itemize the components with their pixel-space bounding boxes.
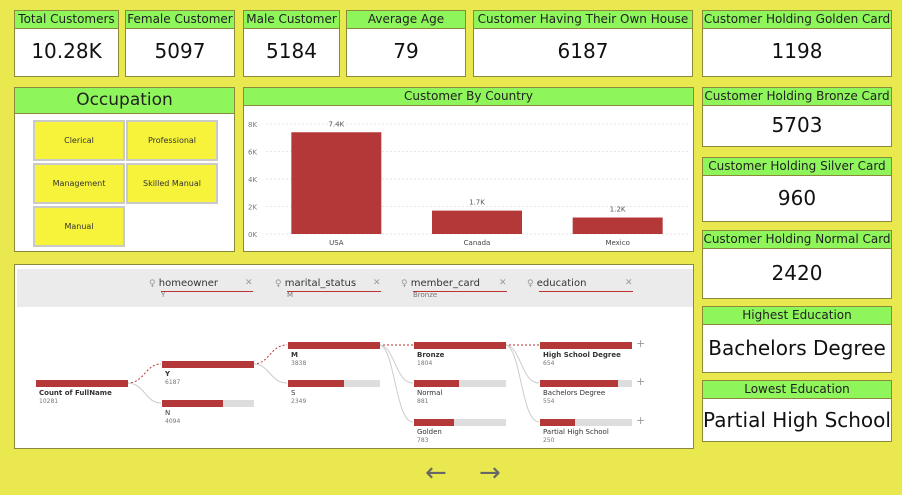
silver-card-card: Customer Holding Silver Card 960 bbox=[702, 157, 892, 222]
marital-m-fill bbox=[288, 342, 380, 349]
bronze-card-card: Customer Holding Bronze Card 5703 bbox=[702, 87, 892, 147]
marital-m-label: M bbox=[291, 351, 298, 359]
total-customers-card: Total Customers 10.28K bbox=[14, 10, 119, 77]
golden-card-card: Customer Holding Golden Card 1198 bbox=[702, 10, 892, 77]
edu-high-school-value: 654 bbox=[543, 360, 555, 367]
average-age-label: Average Age bbox=[347, 11, 465, 29]
card-normal-label: Normal bbox=[417, 389, 443, 397]
data-label: 1.7K bbox=[469, 199, 485, 207]
homeowner-y-value: 6187 bbox=[165, 379, 181, 386]
average-age-value: 79 bbox=[393, 39, 419, 63]
bar-canada[interactable] bbox=[432, 210, 522, 234]
female-customer-card: Female Customer 5097 bbox=[125, 10, 235, 77]
root-bar[interactable] bbox=[36, 380, 128, 387]
homeowner-n-fill bbox=[162, 400, 223, 407]
x-tick-label: Canada bbox=[464, 239, 491, 247]
edu-partial-hs-fill bbox=[540, 419, 575, 426]
card-bronze-value: 1804 bbox=[417, 360, 433, 367]
data-label: 1.2K bbox=[610, 206, 626, 214]
average-age-card: Average Age 79 bbox=[346, 10, 466, 77]
root-value: 10281 bbox=[39, 398, 59, 405]
normal-card-label: Customer Holding Normal Card bbox=[703, 231, 891, 249]
female-customer-label: Female Customer bbox=[126, 11, 234, 29]
homeowner-n-label: N bbox=[165, 409, 171, 417]
silver-card-label: Customer Holding Silver Card bbox=[703, 158, 891, 176]
previous-page-arrow-icon[interactable]: ← bbox=[425, 458, 447, 488]
occupation-professional[interactable]: Professional bbox=[126, 120, 218, 161]
expand-plus-icon[interactable]: + bbox=[636, 337, 645, 350]
highest-education-value: Bachelors Degree bbox=[708, 336, 886, 360]
x-tick-label: Mexico bbox=[605, 239, 629, 247]
y-tick-label: 8K bbox=[248, 121, 257, 129]
normal-card-value: 2420 bbox=[771, 261, 823, 285]
occupation-slicer: Occupation Clerical Professional Managem… bbox=[14, 87, 235, 252]
edu-bachelors-label: Bachelors Degree bbox=[543, 389, 606, 397]
card-golden-label: Golden bbox=[417, 428, 442, 436]
expand-plus-icon[interactable]: + bbox=[636, 375, 645, 388]
x-tick-label: USA bbox=[329, 239, 344, 247]
card-normal-fill bbox=[414, 380, 459, 387]
card-golden-value: 783 bbox=[417, 437, 429, 444]
homeowner-y-fill bbox=[162, 361, 254, 368]
expand-plus-icon[interactable]: + bbox=[636, 414, 645, 427]
card-bronze-label: Bronze bbox=[417, 351, 445, 359]
bar-usa[interactable] bbox=[291, 132, 382, 234]
y-tick-label: 2K bbox=[248, 204, 257, 212]
occupation-clerical[interactable]: Clerical bbox=[33, 120, 125, 161]
y-tick-label: 4K bbox=[248, 176, 257, 184]
marital-s-label: S bbox=[291, 389, 296, 397]
homeowner-y-label: Y bbox=[165, 370, 171, 378]
male-customer-value: 5184 bbox=[266, 39, 317, 63]
next-page-arrow-icon[interactable]: → bbox=[479, 458, 501, 488]
country-chart-title: Customer By Country bbox=[244, 88, 693, 106]
marital-m-value: 3838 bbox=[291, 360, 307, 367]
card-bronze-fill bbox=[414, 342, 506, 349]
card-golden-fill bbox=[414, 419, 454, 426]
y-tick-label: 6K bbox=[248, 149, 257, 157]
male-customer-label: Male Customer bbox=[244, 11, 339, 29]
normal-card-card: Customer Holding Normal Card 2420 bbox=[702, 230, 892, 299]
occupation-title: Occupation bbox=[15, 88, 234, 114]
edu-bachelors-fill bbox=[540, 380, 618, 387]
country-bar-chart: 0K 2K 4K 6K 8K 7.4K USA 1.7K Canada 1.2K Mexico bbox=[248, 120, 688, 247]
edu-high-school-label: High School Degree bbox=[543, 351, 621, 359]
lowest-education-label: Lowest Education bbox=[703, 381, 891, 399]
total-customers-label: Total Customers bbox=[15, 11, 118, 29]
decomposition-tree: ♀ homeowner ✕ Y ♀ marital_status ✕ M ♀ m… bbox=[14, 264, 694, 449]
own-house-value: 6187 bbox=[557, 39, 609, 63]
bronze-card-value: 5703 bbox=[771, 113, 823, 137]
male-customer-card: Male Customer 5184 bbox=[243, 10, 340, 77]
highest-education-label: Highest Education bbox=[703, 307, 891, 325]
own-house-label: Customer Having Their Own House bbox=[474, 11, 692, 29]
own-house-card: Customer Having Their Own House 6187 bbox=[473, 10, 693, 77]
occupation-skilled-manual[interactable]: Skilled Manual bbox=[126, 163, 218, 204]
occupation-manual[interactable]: Manual bbox=[33, 206, 125, 247]
edu-partial-hs-value: 250 bbox=[543, 437, 555, 444]
lowest-education-value: Partial High School bbox=[703, 408, 891, 432]
country-chart-card: Customer By Country 0K 2K 4K 6K 8K 7.4K USA 1.7… bbox=[243, 87, 694, 252]
golden-card-label: Customer Holding Golden Card bbox=[703, 11, 891, 29]
y-tick-label: 0K bbox=[248, 231, 257, 239]
marital-s-value: 2349 bbox=[291, 398, 307, 405]
edu-partial-hs-label: Partial High School bbox=[543, 428, 609, 436]
edu-bachelors-value: 554 bbox=[543, 398, 555, 405]
lowest-education-card: Lowest Education Partial High School bbox=[702, 380, 892, 442]
root-label: Count of FullName bbox=[39, 389, 112, 397]
marital-s-fill bbox=[288, 380, 344, 387]
bar-mexico[interactable] bbox=[572, 217, 663, 235]
bronze-card-label: Customer Holding Bronze Card bbox=[703, 88, 891, 106]
card-normal-value: 881 bbox=[417, 398, 429, 405]
homeowner-n-value: 4094 bbox=[165, 418, 181, 425]
silver-card-value: 960 bbox=[777, 186, 817, 210]
highest-education-card: Highest Education Bachelors Degree bbox=[702, 306, 892, 373]
golden-card-value: 1198 bbox=[771, 39, 823, 63]
data-label: 7.4K bbox=[328, 120, 344, 128]
edu-high-school-fill bbox=[540, 342, 632, 349]
total-customers-value: 10.28K bbox=[31, 39, 102, 63]
occupation-management[interactable]: Management bbox=[33, 163, 125, 204]
female-customer-value: 5097 bbox=[154, 39, 206, 63]
